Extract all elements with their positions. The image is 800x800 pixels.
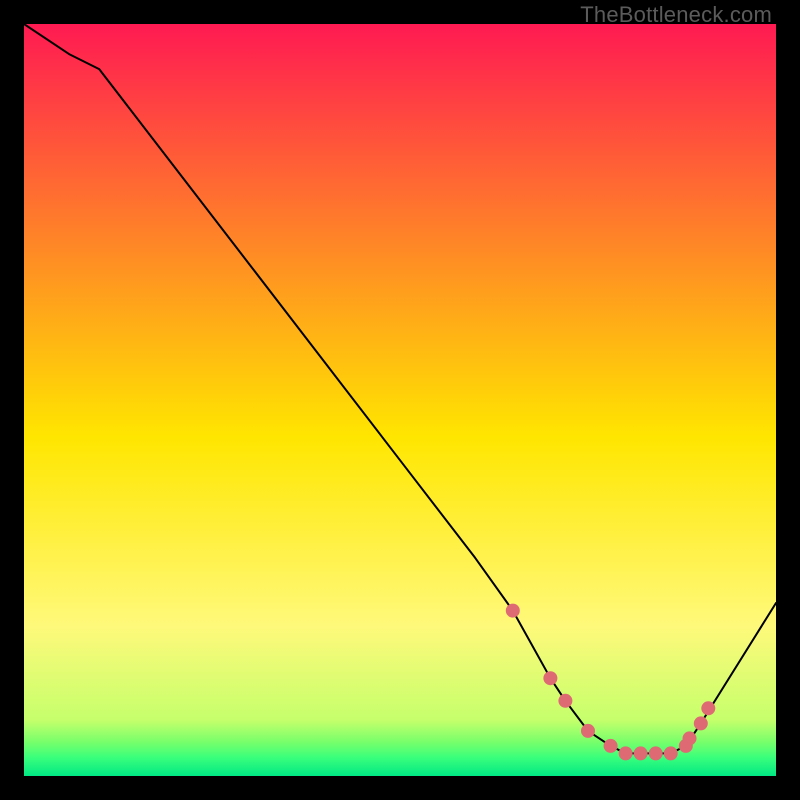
curve-marker bbox=[649, 746, 663, 760]
curve-marker bbox=[581, 724, 595, 738]
curve-marker bbox=[634, 746, 648, 760]
curve-marker bbox=[506, 604, 520, 618]
curve-marker bbox=[683, 731, 697, 745]
curve-marker bbox=[604, 739, 618, 753]
curve-marker bbox=[558, 694, 572, 708]
curve-marker bbox=[701, 701, 715, 715]
bottleneck-chart bbox=[24, 24, 776, 776]
curve-marker bbox=[619, 746, 633, 760]
gradient-background bbox=[24, 24, 776, 776]
curve-marker bbox=[543, 671, 557, 685]
curve-marker bbox=[694, 716, 708, 730]
curve-marker bbox=[664, 746, 678, 760]
chart-frame bbox=[24, 24, 776, 776]
watermark-label: TheBottleneck.com bbox=[580, 2, 772, 28]
